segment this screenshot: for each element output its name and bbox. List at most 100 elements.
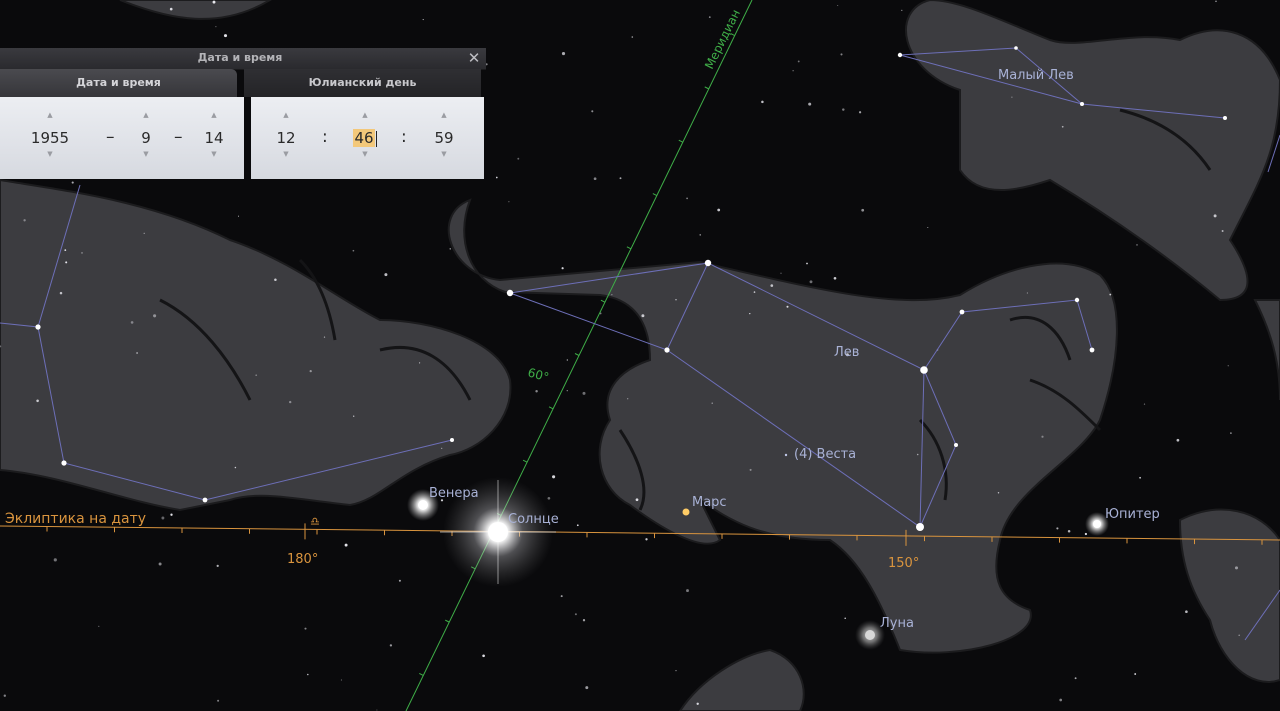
star <box>619 177 622 180</box>
vesta[interactable] <box>784 453 788 457</box>
star <box>153 314 157 318</box>
star <box>304 627 307 630</box>
down-arrow-icon[interactable]: ▼ <box>420 150 468 158</box>
star <box>696 702 699 705</box>
star <box>384 273 388 277</box>
star <box>792 70 794 72</box>
date-time-window[interactable]: Дата и время ✕ Дата и время Юлианский де… <box>0 48 486 180</box>
star <box>353 415 355 417</box>
star <box>749 313 751 315</box>
month-spinner[interactable]: ▲ 9 ▼ <box>122 97 170 179</box>
star <box>143 232 145 234</box>
year-spinner[interactable]: ▲ 1955 ▼ <box>26 97 74 179</box>
star <box>561 52 566 56</box>
star <box>627 398 629 400</box>
star <box>675 299 677 301</box>
second-value[interactable]: 59 <box>420 129 468 147</box>
star <box>1221 230 1224 232</box>
star <box>340 679 342 681</box>
year-value[interactable]: 1955 <box>26 129 74 147</box>
star <box>861 208 865 212</box>
star <box>916 453 919 456</box>
label-mars: Марс <box>692 495 727 510</box>
star <box>422 19 424 21</box>
up-arrow-icon[interactable]: ▲ <box>420 111 468 119</box>
star <box>1230 432 1232 434</box>
star <box>761 100 764 104</box>
star <box>686 589 689 593</box>
tab-julian-day[interactable]: Юлианский день <box>244 69 481 97</box>
star <box>535 390 538 393</box>
star <box>323 336 326 338</box>
close-icon[interactable]: ✕ <box>466 49 482 67</box>
crater-art <box>119 0 272 20</box>
tab-date-time[interactable]: Дата и время <box>0 69 237 97</box>
star <box>217 699 220 702</box>
jupiter[interactable] <box>1093 520 1101 528</box>
star <box>561 267 564 270</box>
day-value[interactable]: 14 <box>190 129 238 147</box>
star <box>797 60 800 63</box>
star <box>130 321 134 324</box>
star <box>552 475 556 479</box>
star <box>858 111 862 114</box>
star <box>495 176 498 179</box>
star <box>770 284 774 287</box>
star <box>65 261 68 264</box>
day-spinner[interactable]: ▲ 14 ▼ <box>190 97 238 179</box>
leo-art <box>447 198 1118 654</box>
star <box>1234 566 1239 570</box>
star <box>216 564 219 568</box>
star <box>631 36 634 38</box>
down-arrow-icon[interactable]: ▼ <box>341 150 389 158</box>
label-leo-minor: Малый Лев <box>998 68 1074 83</box>
up-arrow-icon[interactable]: ▲ <box>341 111 389 119</box>
hour-value[interactable]: 12 <box>262 129 310 147</box>
minute-spinner[interactable]: ▲ 46 ▼ <box>341 97 389 179</box>
star <box>1109 293 1112 296</box>
star <box>389 644 393 647</box>
star <box>809 280 813 284</box>
meridian-label: Меридиан <box>702 7 743 71</box>
star <box>1061 125 1064 128</box>
star <box>212 0 216 4</box>
star <box>1134 673 1137 675</box>
up-arrow-icon[interactable]: ▲ <box>262 111 310 119</box>
up-arrow-icon[interactable]: ▲ <box>122 111 170 119</box>
star <box>255 374 258 377</box>
up-arrow-icon[interactable]: ▲ <box>26 111 74 119</box>
star <box>997 492 1000 494</box>
star <box>64 249 67 251</box>
time-separator: : <box>401 127 407 147</box>
star <box>1143 403 1146 405</box>
star <box>574 613 577 616</box>
star <box>482 654 485 658</box>
star <box>215 26 217 28</box>
star <box>170 513 173 516</box>
minute-field[interactable]: 46 <box>341 129 389 147</box>
window-titlebar[interactable]: Дата и время ✕ <box>0 48 486 70</box>
star <box>560 595 563 598</box>
second-spinner[interactable]: ▲ 59 ▼ <box>420 97 468 179</box>
star <box>1238 634 1240 636</box>
star <box>842 108 845 111</box>
minute-value[interactable]: 46 <box>353 129 375 147</box>
down-arrow-icon[interactable]: ▼ <box>262 150 310 158</box>
hour-spinner[interactable]: ▲ 12 ▼ <box>262 97 310 179</box>
star <box>309 369 312 373</box>
down-arrow-icon[interactable]: ▼ <box>190 150 238 158</box>
star <box>289 400 292 404</box>
star <box>449 248 451 250</box>
date-panel: ▲ 1955 ▼ – ▲ 9 ▼ – ▲ 14 ▼ <box>0 97 244 179</box>
down-arrow-icon[interactable]: ▼ <box>122 150 170 158</box>
up-arrow-icon[interactable]: ▲ <box>190 111 238 119</box>
moon[interactable] <box>865 630 875 640</box>
venus[interactable] <box>418 500 428 510</box>
ecliptic-label: Эклиптика на дату <box>5 511 146 527</box>
mars[interactable] <box>682 508 690 516</box>
month-value[interactable]: 9 <box>122 129 170 147</box>
star <box>635 498 639 502</box>
star <box>591 110 594 113</box>
star <box>59 291 63 295</box>
down-arrow-icon[interactable]: ▼ <box>26 150 74 158</box>
